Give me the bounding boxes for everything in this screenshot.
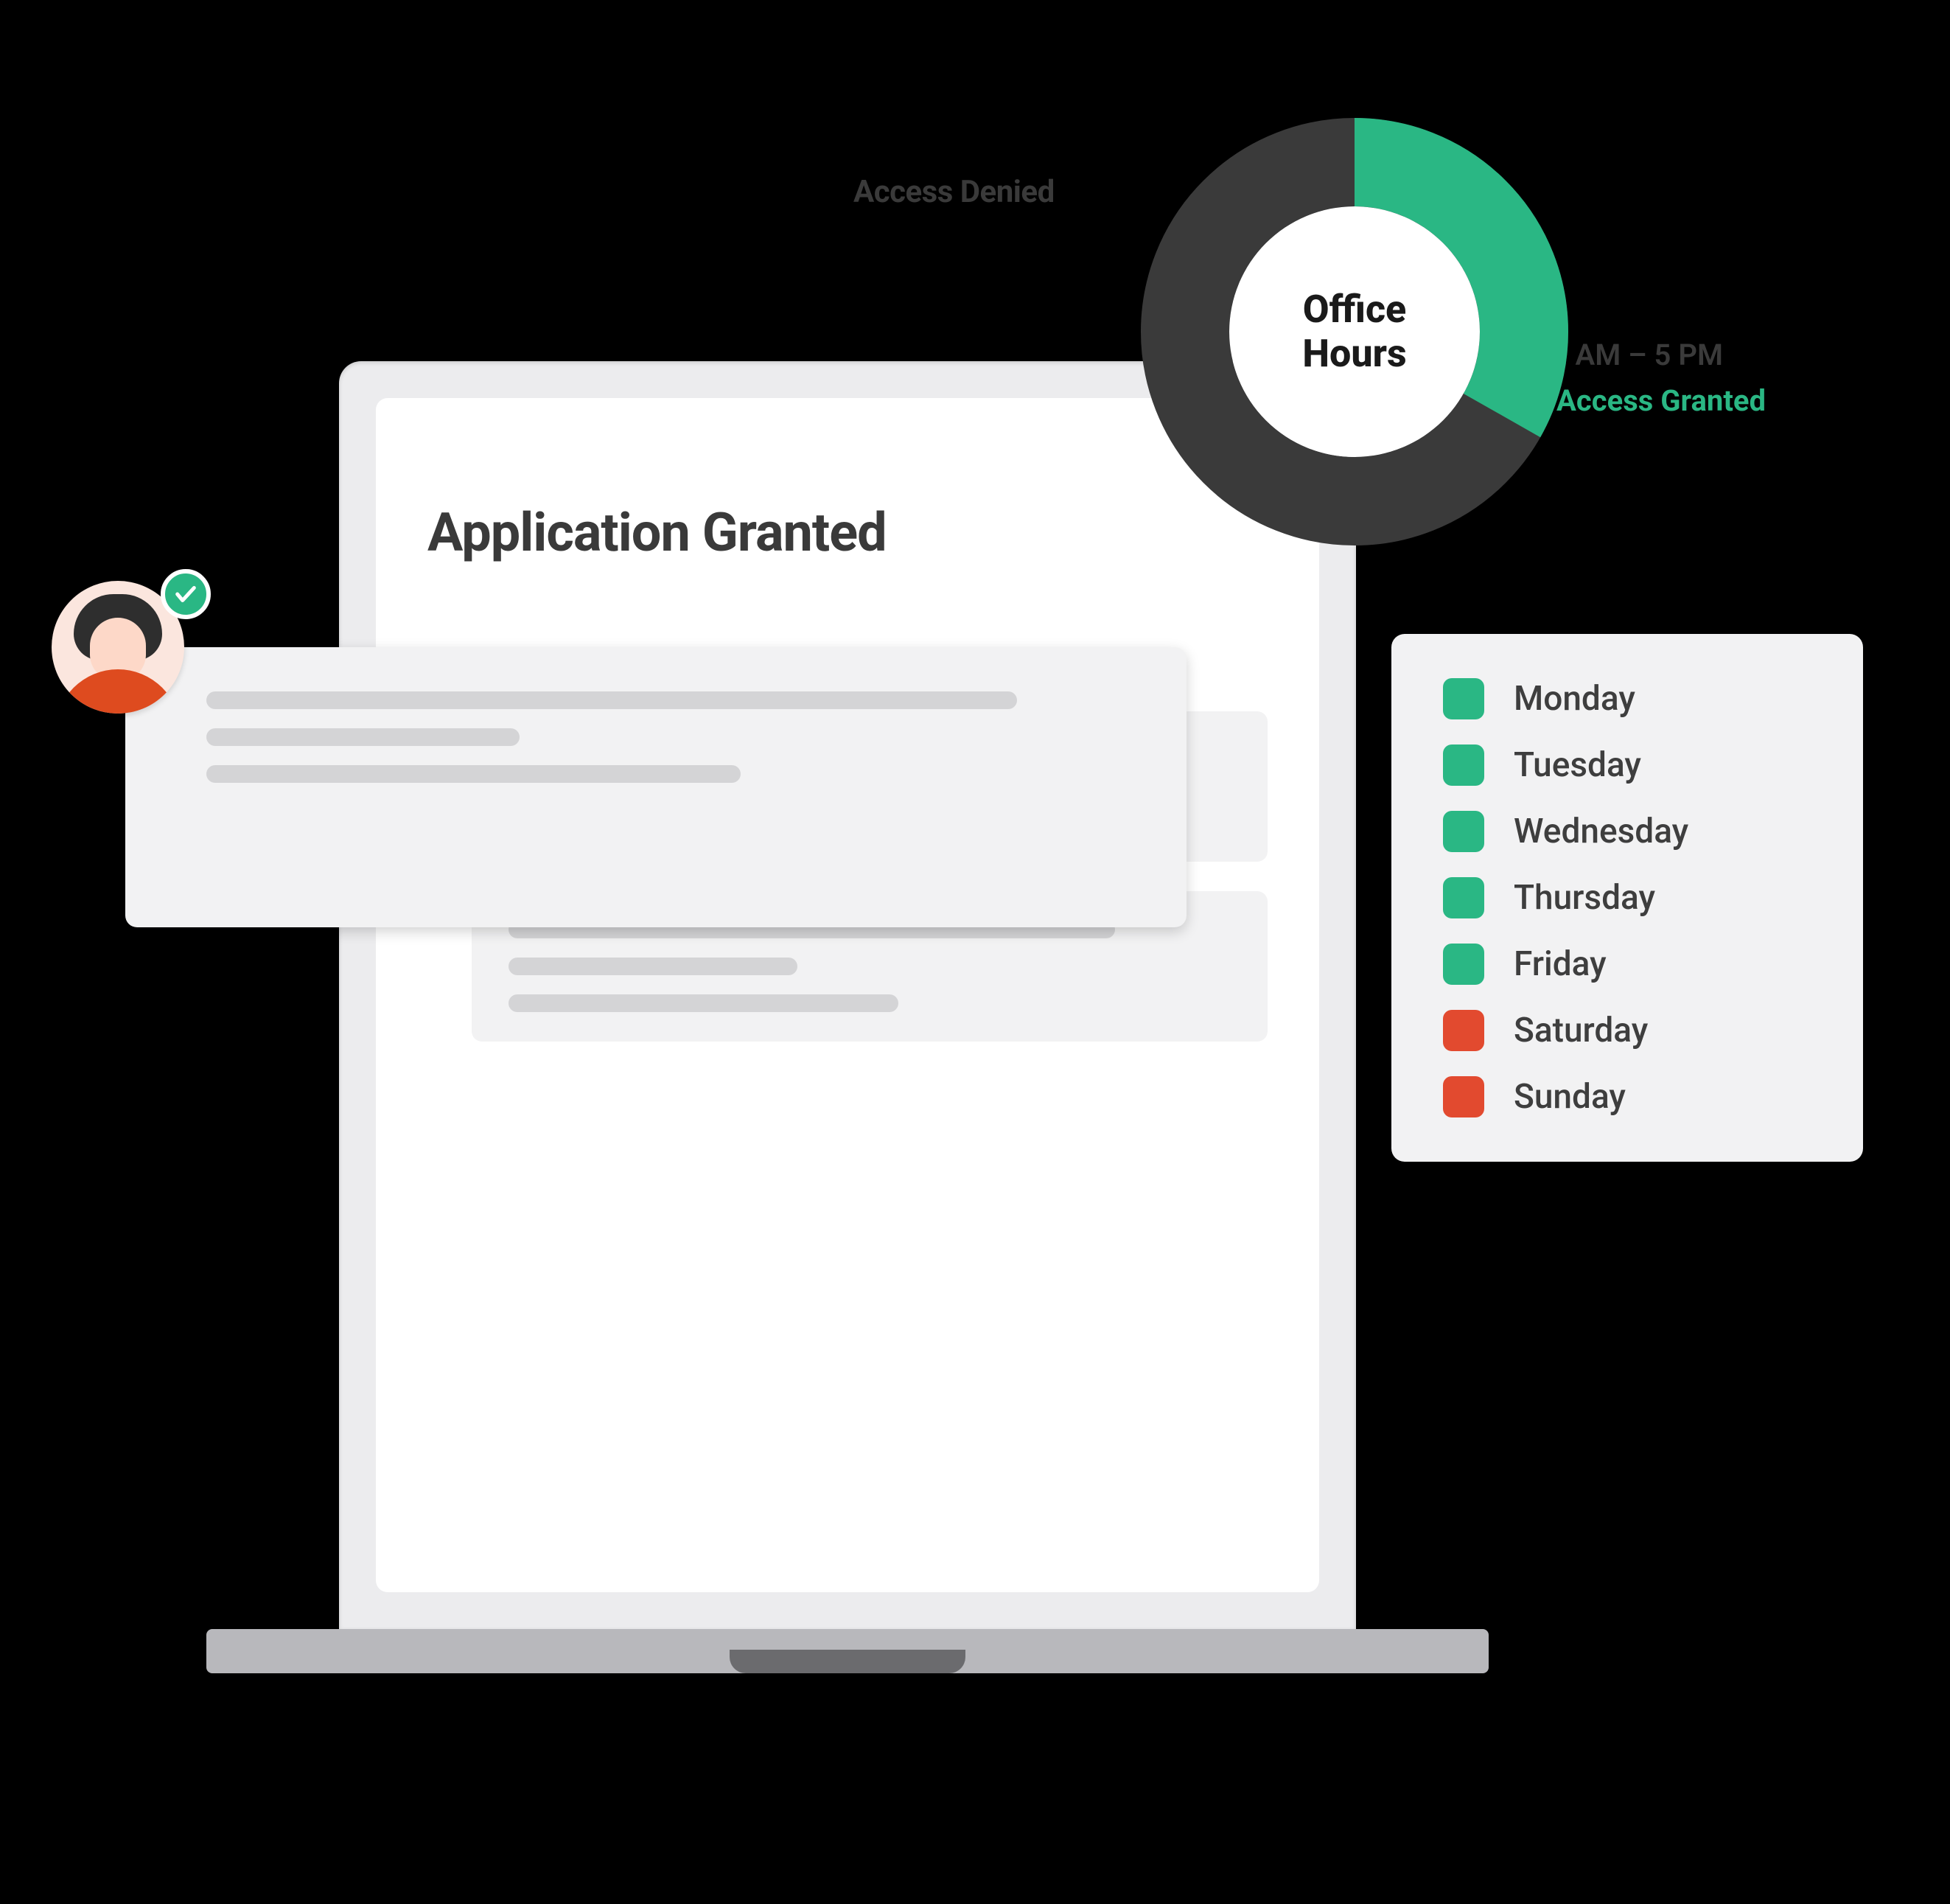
page-surface: Application Granted [376, 398, 1319, 1592]
day-row: Friday [1443, 944, 1811, 985]
day-label: Sunday [1514, 1077, 1626, 1117]
day-row: Saturday [1443, 1010, 1811, 1051]
day-swatch-icon [1443, 811, 1484, 852]
day-row: Tuesday [1443, 744, 1811, 786]
donut-center-label: Office Hours [1133, 111, 1576, 553]
day-label: Friday [1514, 944, 1607, 984]
day-label: Tuesday [1514, 745, 1641, 785]
day-swatch-icon [1443, 1010, 1484, 1051]
office-hours-donut: Access Denied 9 AM – 5 PM Access Granted… [1133, 111, 1576, 553]
donut-denied-label: Access Denied [853, 174, 1055, 210]
day-row: Thursday [1443, 877, 1811, 918]
day-row: Wednesday [1443, 811, 1811, 852]
avatar [52, 581, 199, 728]
verified-check-icon [161, 569, 211, 619]
day-swatch-icon [1443, 877, 1484, 918]
laptop-notch [730, 1650, 965, 1673]
day-label: Thursday [1514, 878, 1655, 918]
user-card [125, 647, 1187, 927]
day-swatch-icon [1443, 678, 1484, 719]
donut-time-range: 9 AM – 5 PM [1551, 338, 1723, 372]
day-swatch-icon [1443, 744, 1484, 786]
day-label: Wednesday [1514, 812, 1688, 851]
day-swatch-icon [1443, 1076, 1484, 1117]
day-label: Monday [1514, 679, 1635, 719]
day-label: Saturday [1514, 1011, 1648, 1050]
day-swatch-icon [1443, 944, 1484, 985]
days-legend: Monday Tuesday Wednesday Thursday Friday… [1391, 634, 1863, 1162]
donut-granted-label: Access Granted [1556, 383, 1766, 418]
day-row: Sunday [1443, 1076, 1811, 1117]
day-row: Monday [1443, 678, 1811, 719]
